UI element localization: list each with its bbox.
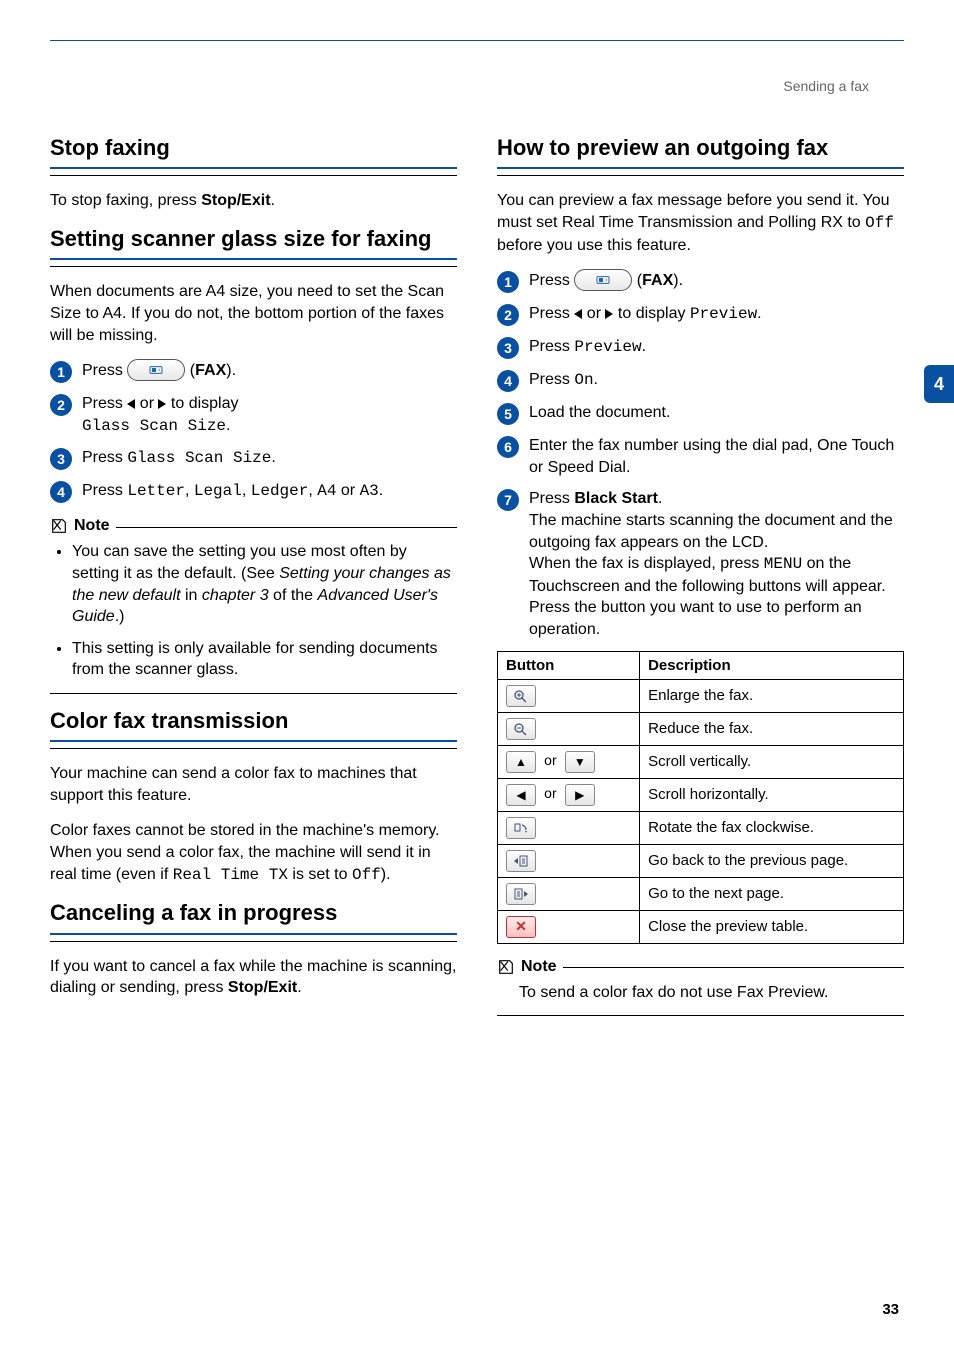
- note-block: Note To send a color fax do not use Fax …: [497, 958, 904, 1017]
- step-badge: 4: [497, 370, 519, 392]
- th-description: Description: [640, 651, 904, 679]
- step-badge: 3: [497, 337, 519, 359]
- step-badge: 2: [50, 394, 72, 416]
- button-table: Button Description Enlarge the fax. Redu…: [497, 651, 904, 944]
- scanner-step-3: 3 Press Glass Scan Size.: [50, 447, 457, 470]
- note-item: You can save the setting you use most of…: [72, 541, 457, 627]
- step-badge: 6: [497, 436, 519, 458]
- scanner-intro: When documents are A4 size, you need to …: [50, 281, 457, 346]
- preview-step-1: 1 Press (FAX).: [497, 270, 904, 293]
- step-badge: 5: [497, 403, 519, 425]
- stop-faxing-text: To stop faxing, press Stop/Exit.: [50, 190, 457, 212]
- right-column: How to preview an outgoing fax You can p…: [497, 135, 904, 1030]
- heading-scanner-size: Setting scanner glass size for faxing: [50, 226, 457, 260]
- table-row: Go to the next page.: [498, 877, 904, 910]
- arrow-left-icon: ◀: [506, 784, 536, 806]
- arrow-down-icon: ▼: [565, 751, 595, 773]
- preview-step-5: 5 Load the document.: [497, 402, 904, 425]
- note-icon: [50, 517, 68, 535]
- table-row: Reduce the fax.: [498, 712, 904, 745]
- fax-button-icon: [574, 269, 632, 291]
- preview-step-7: 7 Press Black Start. The machine starts …: [497, 488, 904, 640]
- step-badge: 1: [50, 361, 72, 383]
- color-fax-p2: Color faxes cannot be stored in the mach…: [50, 820, 457, 886]
- table-row: Rotate the fax clockwise.: [498, 811, 904, 844]
- zoom-in-icon: [506, 685, 536, 707]
- heading-preview-fax: How to preview an outgoing fax: [497, 135, 904, 169]
- rotate-icon: [506, 817, 536, 839]
- table-row: ✕ Close the preview table.: [498, 910, 904, 943]
- table-row: ◀ or ▶ Scroll horizontally.: [498, 778, 904, 811]
- note-item: This setting is only available for sendi…: [72, 638, 457, 681]
- scanner-step-1: 1 Press (FAX).: [50, 360, 457, 383]
- chapter-tab: 4: [924, 365, 954, 403]
- note-block: Note You can save the setting you use mo…: [50, 517, 457, 694]
- preview-step-4: 4 Press On.: [497, 369, 904, 392]
- heading-stop-faxing: Stop faxing: [50, 135, 457, 169]
- table-row: Go back to the previous page.: [498, 844, 904, 877]
- step-badge: 4: [50, 481, 72, 503]
- step-badge: 3: [50, 448, 72, 470]
- step-badge: 2: [497, 304, 519, 326]
- th-button: Button: [498, 651, 640, 679]
- step-badge: 1: [497, 271, 519, 293]
- cancel-fax-text: If you want to cancel a fax while the ma…: [50, 956, 457, 999]
- preview-step-6: 6 Enter the fax number using the dial pa…: [497, 435, 904, 478]
- prev-page-icon: [506, 850, 536, 872]
- arrow-right-icon: ▶: [565, 784, 595, 806]
- fax-button-icon: [127, 359, 185, 381]
- table-row: ▲ or ▼ Scroll vertically.: [498, 745, 904, 778]
- note-icon: [497, 958, 515, 976]
- preview-step-3: 3 Press Preview.: [497, 336, 904, 359]
- scanner-step-4: 4 Press Letter, Legal, Ledger, A4 or A3.: [50, 480, 457, 503]
- color-fax-p1: Your machine can send a color fax to mac…: [50, 763, 457, 806]
- zoom-out-icon: [506, 718, 536, 740]
- next-page-icon: [506, 883, 536, 905]
- heading-cancel-fax: Canceling a fax in progress: [50, 900, 457, 934]
- preview-intro: You can preview a fax message before you…: [497, 190, 904, 256]
- heading-color-fax: Color fax transmission: [50, 708, 457, 742]
- table-row: Enlarge the fax.: [498, 679, 904, 712]
- step-badge: 7: [497, 489, 519, 511]
- left-column: Stop faxing To stop faxing, press Stop/E…: [50, 135, 457, 1030]
- scanner-step-2: 2 Press or to display Glass Scan Size.: [50, 393, 457, 437]
- arrow-up-icon: ▲: [506, 751, 536, 773]
- preview-step-2: 2 Press or to display Preview.: [497, 303, 904, 326]
- page-number: 33: [882, 1301, 899, 1318]
- close-icon: ✕: [506, 916, 536, 938]
- breadcrumb: Sending a fax: [783, 78, 869, 94]
